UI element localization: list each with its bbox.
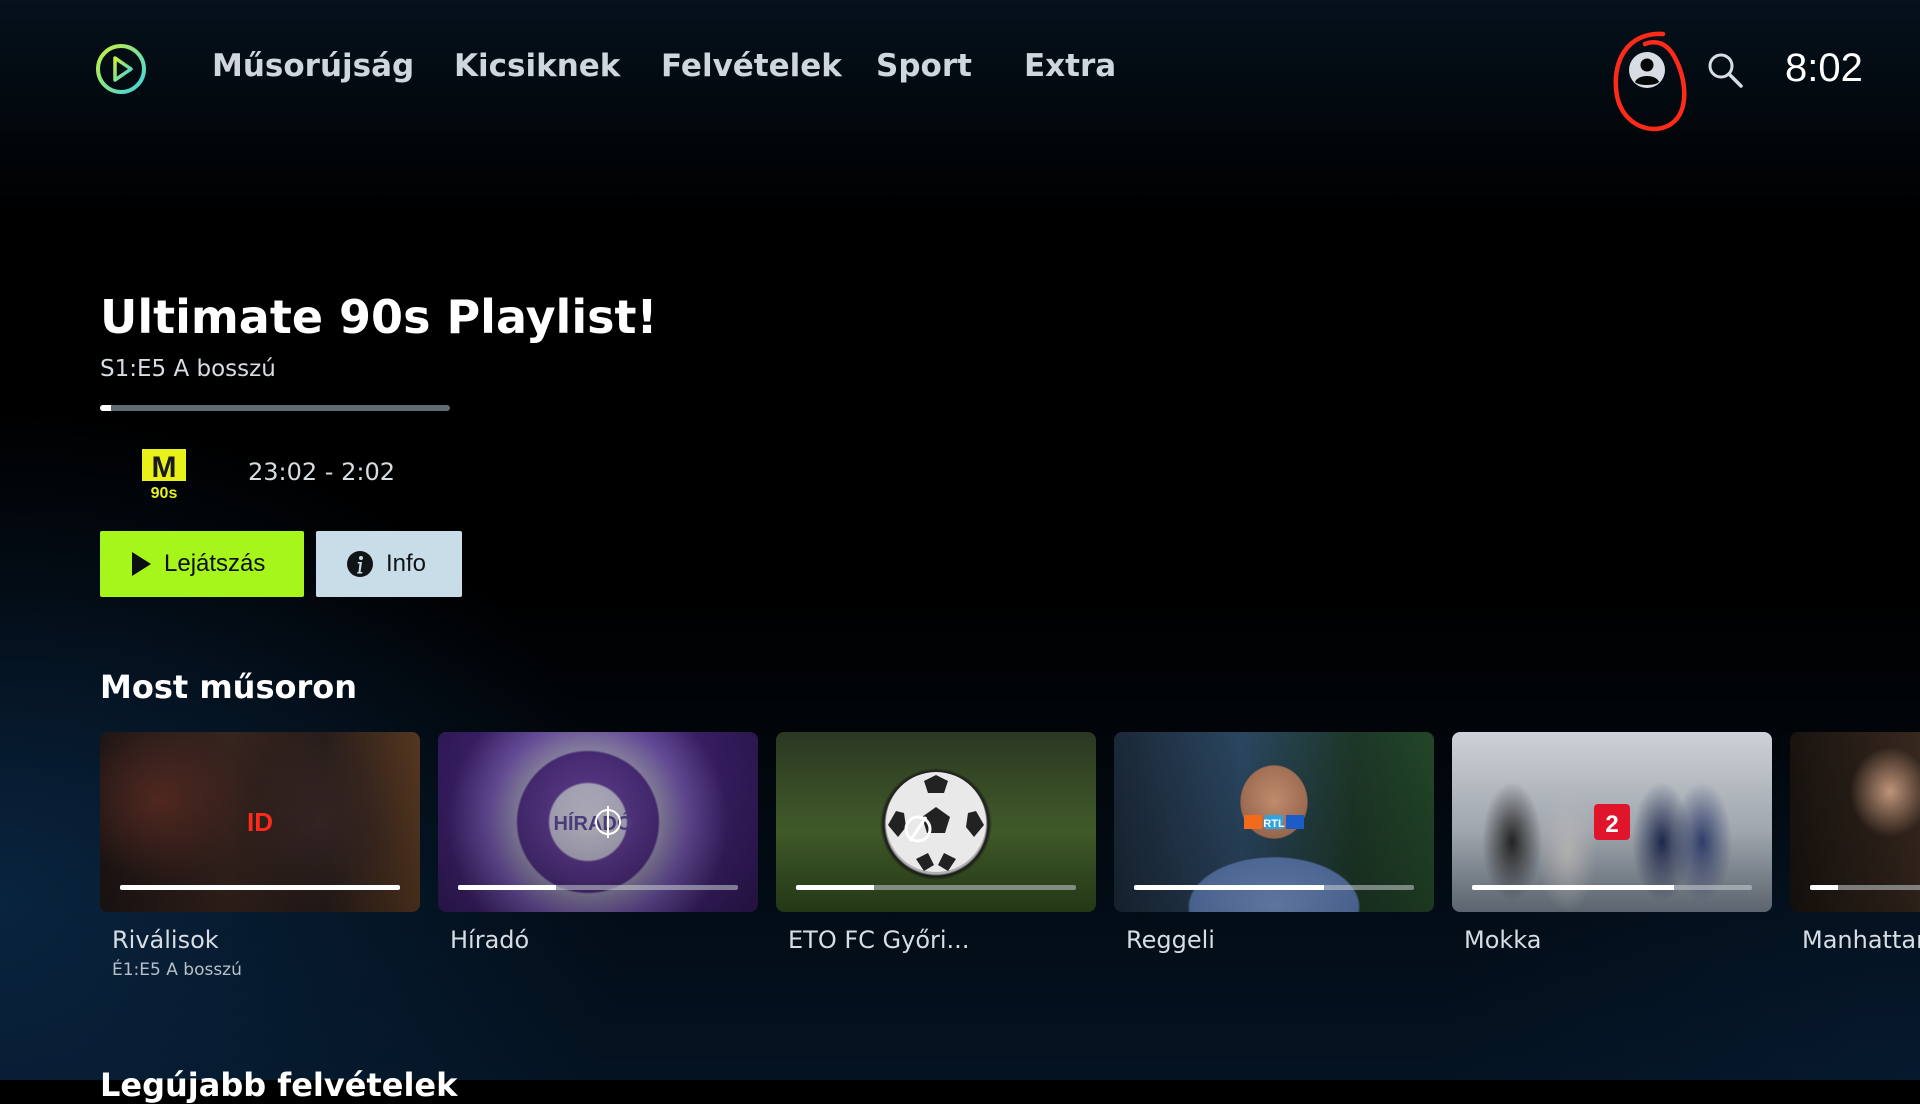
program-card[interactable]: ID Riválisok É1:E5 A bosszú <box>100 732 420 980</box>
card-subtitle: É1:E5 A bosszú <box>112 960 242 980</box>
program-card[interactable]: ETO FC Győri... <box>776 732 1096 954</box>
info-icon <box>347 551 373 577</box>
channel-logo-id: ID <box>247 807 273 837</box>
card-progress-fill <box>1810 885 1838 890</box>
card-progress-fill <box>120 885 400 890</box>
rail-title: Most műsoron <box>100 668 358 706</box>
card-progress-bar <box>1472 885 1752 890</box>
card-title: Mokka <box>1464 926 1542 954</box>
program-thumbnail: ID <box>100 732 420 912</box>
card-progress-bar <box>796 885 1076 890</box>
program-thumbnail: 2 <box>1452 732 1772 912</box>
card-progress-fill <box>458 885 556 890</box>
info-button[interactable]: Info <box>316 531 462 597</box>
play-button[interactable]: Lejátszás <box>100 531 304 597</box>
program-thumbnail <box>776 732 1096 912</box>
card-title: ETO FC Győri... <box>788 926 970 954</box>
card-progress-bar <box>1134 885 1414 890</box>
profile-icon[interactable] <box>1627 50 1667 90</box>
search-icon[interactable] <box>1705 50 1745 90</box>
top-navigation: Műsorújság Kicsiknek Felvételek Sport Ex… <box>0 0 1920 140</box>
now-playing-rail[interactable]: ID Riválisok É1:E5 A bosszú HÍRADÓ Hírad… <box>100 732 1920 1002</box>
channel-logo-tv2: 2 <box>1594 804 1630 840</box>
card-progress-bar <box>1810 885 1920 890</box>
program-thumbnail: RTL <box>1114 732 1434 912</box>
card-title: Híradó <box>450 926 530 954</box>
nav-item-extra[interactable]: Extra <box>1024 48 1116 84</box>
nav-item-sport[interactable]: Sport <box>876 48 972 84</box>
nav-item-kicsiknek[interactable]: Kicsiknek <box>454 48 620 84</box>
hero-subtitle: S1:E5 A bosszú <box>100 356 276 382</box>
program-thumbnail <box>1790 732 1920 912</box>
svg-text:2: 2 <box>1605 811 1618 838</box>
play-logo-icon[interactable] <box>94 42 148 96</box>
card-title: Riválisok <box>112 926 219 954</box>
next-rail-title: Legújabb felvételek <box>100 1066 458 1104</box>
nav-item-felvetelek[interactable]: Felvételek <box>661 48 842 84</box>
card-progress-bar <box>458 885 738 890</box>
play-button-label: Lejátszás <box>164 550 266 577</box>
card-title: Reggeli <box>1126 926 1215 954</box>
soccer-ball-icon <box>886 772 986 872</box>
hero-progress-fill <box>100 405 111 411</box>
info-button-label: Info <box>386 550 427 577</box>
play-icon <box>132 552 151 576</box>
channel-logo-rtl: RTL <box>1244 815 1304 830</box>
svg-text:RTL: RTL <box>1263 818 1285 830</box>
nav-item-musorujsag[interactable]: Műsorújság <box>212 48 414 84</box>
program-card[interactable]: RTL Reggeli <box>1114 732 1434 954</box>
card-progress-bar <box>120 885 400 890</box>
hero-progress-bar <box>100 405 450 411</box>
channel-logo-hirado: HÍRADÓ <box>554 806 632 838</box>
program-card[interactable]: HÍRADÓ Híradó <box>438 732 758 954</box>
svg-text:M: M <box>152 451 177 484</box>
program-thumbnail: HÍRADÓ <box>438 732 758 912</box>
card-progress-fill <box>796 885 875 890</box>
clock: 8:02 <box>1785 46 1863 90</box>
program-card[interactable]: Manhattan <box>1790 732 1920 954</box>
card-title: Manhattan <box>1802 926 1920 954</box>
svg-text:ID: ID <box>247 807 273 837</box>
channel-logo-mtv90s: M 90s <box>142 449 186 501</box>
card-progress-fill <box>1134 885 1325 890</box>
card-progress-fill <box>1472 885 1674 890</box>
hero-time-range: 23:02 - 2:02 <box>248 458 395 486</box>
hero-title: Ultimate 90s Playlist! <box>100 290 658 344</box>
program-card[interactable]: 2 Mokka <box>1452 732 1772 954</box>
svg-text:90s: 90s <box>151 485 178 501</box>
